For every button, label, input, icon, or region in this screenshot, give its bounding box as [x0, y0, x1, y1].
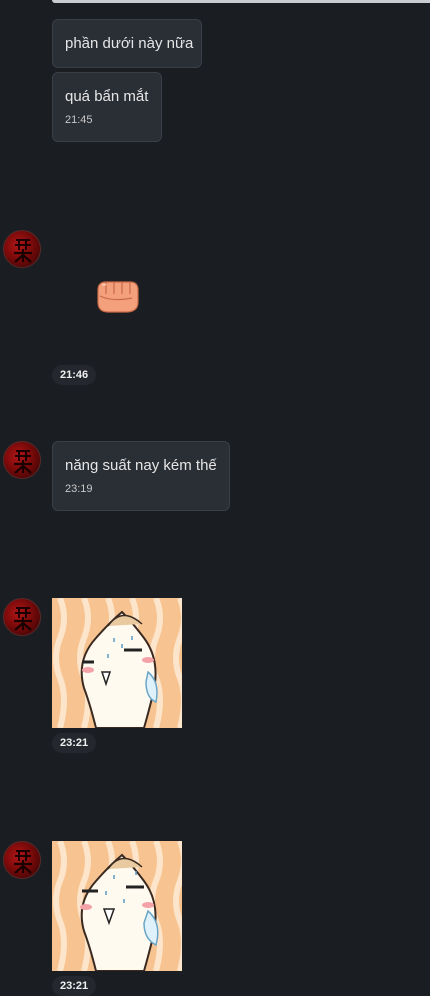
avatar-calligraphy-icon — [14, 450, 32, 474]
avatar-calligraphy-icon — [14, 850, 32, 874]
crying-dumpling-sticker-icon[interactable] — [52, 598, 182, 728]
avatar-calligraphy-icon — [14, 239, 32, 263]
message-bubble[interactable]: phần dưới này nữa — [52, 19, 202, 68]
message-time: 23:19 — [65, 483, 93, 495]
avatar[interactable] — [3, 441, 41, 479]
message-text: phần dưới này nữa — [65, 35, 194, 52]
message-bubble[interactable]: năng suất nay kém thế 23:19 — [52, 441, 230, 511]
chat-window: phần dưới này nữa quá bẩn mắt 21:45 21:4… — [0, 0, 430, 996]
avatar[interactable] — [3, 230, 41, 268]
fist-emoji-icon[interactable] — [92, 276, 142, 316]
previous-message-edge — [52, 0, 430, 3]
avatar[interactable] — [3, 598, 41, 636]
message-text: năng suất nay kém thế — [65, 457, 217, 474]
message-time: 23:21 — [52, 976, 97, 996]
message-text: quá bẩn mắt — [65, 88, 149, 105]
avatar[interactable] — [3, 841, 41, 879]
message-time: 21:46 — [52, 365, 97, 385]
crying-dumpling-sticker-icon[interactable] — [52, 841, 182, 971]
message-bubble[interactable]: quá bẩn mắt 21:45 — [52, 72, 162, 142]
message-time: 23:21 — [52, 733, 97, 753]
message-time: 21:45 — [65, 114, 93, 126]
avatar-calligraphy-icon — [14, 607, 32, 631]
